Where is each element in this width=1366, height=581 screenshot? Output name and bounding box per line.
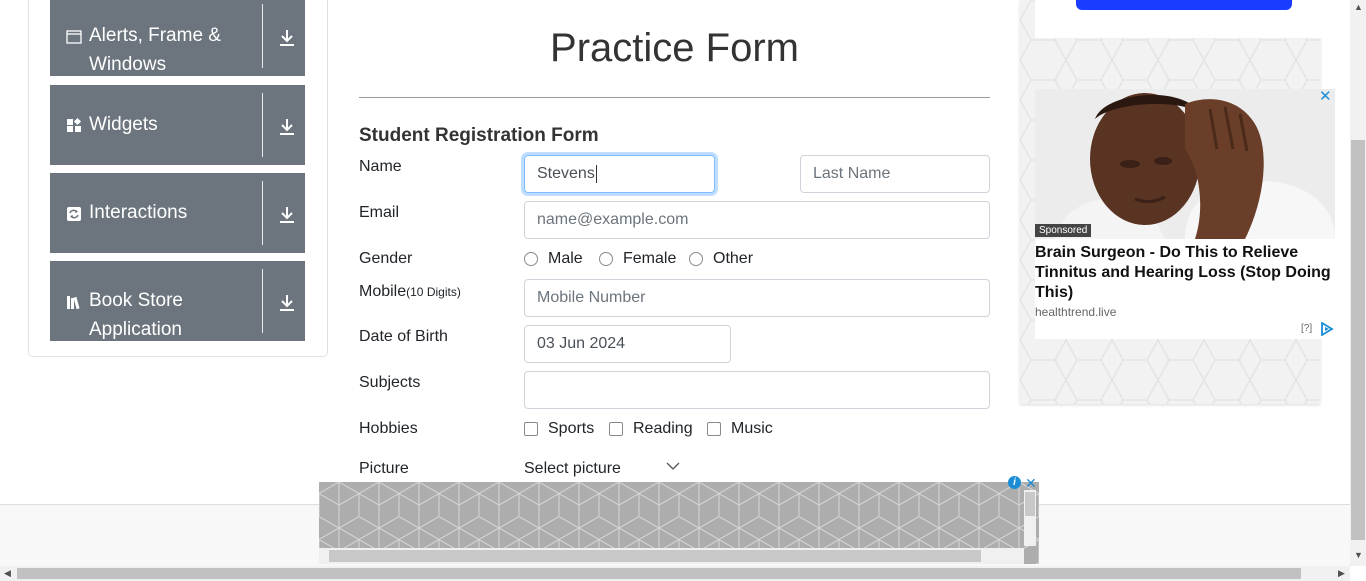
ad-domain[interactable]: healthtrend.live bbox=[1035, 305, 1116, 319]
sidebar-item-widgets[interactable]: Widgets bbox=[50, 85, 305, 165]
radio-icon[interactable] bbox=[599, 252, 613, 266]
download-icon[interactable] bbox=[276, 292, 298, 314]
hobbies-label: Hobbies bbox=[359, 420, 418, 437]
sidebar-item-label: Alerts, Frame & Windows bbox=[89, 25, 221, 75]
divider bbox=[262, 93, 263, 157]
ad-top-button[interactable] bbox=[1076, 0, 1292, 10]
checkbox-icon[interactable] bbox=[524, 422, 538, 436]
ad-image[interactable]: Sponsored bbox=[1035, 89, 1335, 239]
ad-headline[interactable]: Brain Surgeon - Do This to Relieve Tinni… bbox=[1035, 243, 1335, 303]
scroll-down-arrow-icon[interactable]: ▼ bbox=[1354, 550, 1363, 560]
scroll-up-arrow-icon[interactable]: ▲ bbox=[1354, 2, 1363, 12]
radio-icon[interactable] bbox=[524, 252, 538, 266]
hobby-reading-checkbox[interactable]: Reading bbox=[609, 420, 693, 438]
gender-male-radio[interactable]: Male bbox=[524, 250, 583, 268]
gender-female-radio[interactable]: Female bbox=[599, 250, 676, 268]
window-icon bbox=[66, 30, 82, 44]
dob-input[interactable]: 03 Jun 2024 bbox=[524, 325, 731, 363]
gender-other-radio[interactable]: Other bbox=[689, 250, 753, 268]
interactions-icon bbox=[67, 207, 81, 221]
adchoices-icon[interactable] bbox=[1320, 322, 1334, 336]
email-input[interactable]: name@example.com bbox=[524, 201, 990, 239]
ad-card[interactable]: Sponsored Brain Surgeon - Do This to Rel… bbox=[1035, 89, 1335, 339]
picture-label: Picture bbox=[359, 460, 409, 477]
sidebar-item-label: Widgets bbox=[89, 114, 158, 135]
download-icon[interactable] bbox=[276, 27, 298, 49]
last-name-input[interactable]: Last Name bbox=[800, 155, 990, 193]
widgets-icon bbox=[67, 118, 82, 132]
radio-icon[interactable] bbox=[689, 252, 703, 266]
chevron-down-icon[interactable] bbox=[666, 461, 680, 471]
mobile-input[interactable]: Mobile Number bbox=[524, 279, 990, 317]
name-label: Name bbox=[359, 158, 402, 175]
ad-info-link[interactable]: [?] bbox=[1301, 323, 1312, 334]
divider bbox=[262, 269, 263, 333]
sidebar-item-label: Book Store Application bbox=[89, 290, 183, 340]
select-picture-button[interactable]: Select picture bbox=[524, 460, 621, 478]
checkbox-icon[interactable] bbox=[707, 422, 721, 436]
title-divider bbox=[359, 97, 990, 98]
books-icon bbox=[67, 296, 80, 310]
sidebar-item-interactions[interactable]: Interactions bbox=[50, 173, 305, 253]
hobby-sports-checkbox[interactable]: Sports bbox=[524, 420, 594, 438]
first-name-input[interactable]: Stevens bbox=[524, 155, 715, 193]
subjects-input[interactable] bbox=[524, 371, 990, 409]
email-label: Email bbox=[359, 204, 400, 221]
gender-label: Gender bbox=[359, 250, 413, 267]
mobile-label: Mobile(10 Digits) bbox=[359, 283, 461, 300]
sidebar-item-book-store[interactable]: Book Store Application bbox=[50, 261, 305, 341]
ad-close-icon[interactable]: ✕ bbox=[1319, 89, 1333, 104]
ad-photo-man-holding-ear bbox=[1035, 89, 1335, 239]
ad-info-icon[interactable]: i bbox=[1008, 476, 1021, 489]
bottom-ad-close-icon[interactable]: ✕ bbox=[1025, 476, 1039, 490]
download-icon[interactable] bbox=[276, 116, 298, 138]
dob-label: Date of Birth bbox=[359, 328, 448, 345]
form-subtitle: Student Registration Form bbox=[359, 125, 599, 146]
bottom-ad-cube-pattern bbox=[319, 482, 1039, 564]
scroll-left-arrow-icon[interactable]: ◀ bbox=[4, 568, 11, 579]
page-title: Practice Form bbox=[550, 26, 799, 70]
sidebar-item-alerts-frame-windows[interactable]: Alerts, Frame & Windows bbox=[50, 0, 305, 76]
subjects-label: Subjects bbox=[359, 374, 421, 391]
checkbox-icon[interactable] bbox=[609, 422, 623, 436]
bottom-ad-banner[interactable] bbox=[319, 482, 1039, 564]
scroll-right-arrow-icon[interactable]: ▶ bbox=[1338, 568, 1345, 579]
download-icon[interactable] bbox=[276, 204, 298, 226]
divider bbox=[262, 4, 263, 68]
divider bbox=[262, 181, 263, 245]
sponsored-badge: Sponsored bbox=[1035, 224, 1092, 237]
mobile-hint: (10 Digits) bbox=[406, 285, 461, 299]
horizontal-scroll-thumb[interactable] bbox=[17, 568, 1301, 579]
hobby-music-checkbox[interactable]: Music bbox=[707, 420, 773, 438]
text-caret bbox=[595, 164, 597, 183]
vertical-scroll-thumb[interactable] bbox=[1351, 140, 1365, 540]
sidebar-item-label: Interactions bbox=[89, 202, 188, 223]
